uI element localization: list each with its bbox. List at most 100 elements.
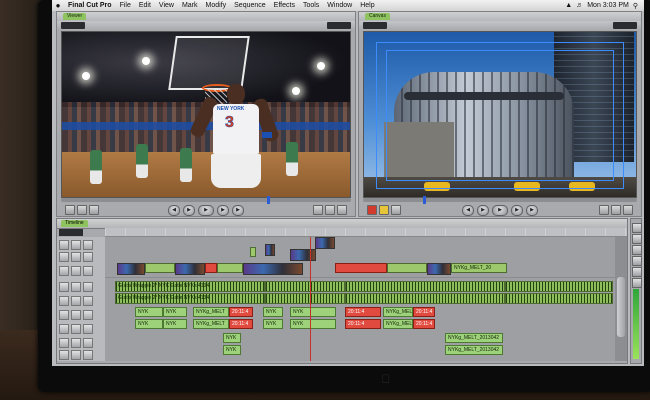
audio-clip[interactable]: NYK (263, 307, 283, 317)
timeline-ruler[interactable] (105, 228, 627, 237)
timeline-clip[interactable] (290, 249, 316, 261)
timeline-clip[interactable] (265, 244, 275, 256)
canvas-current-timecode[interactable] (612, 22, 637, 29)
menu-app-name[interactable]: Final Cut Pro (64, 2, 116, 9)
timeline-clip[interactable] (387, 263, 427, 273)
track-target[interactable] (83, 295, 93, 306)
timeline-clip[interactable] (205, 263, 217, 273)
track-audible-toggle[interactable] (59, 349, 69, 360)
canvas-play-button[interactable]: ▶ (492, 204, 508, 216)
canvas-go-to-in-button[interactable]: ◀ (462, 204, 474, 216)
zoom-tool-icon[interactable] (632, 278, 642, 288)
viewer-playhead[interactable] (267, 196, 270, 204)
track-target[interactable] (83, 323, 93, 334)
menu-file[interactable]: File (116, 2, 135, 9)
menu-sequence[interactable]: Sequence (230, 2, 270, 9)
canvas-mark-out-button[interactable] (611, 205, 621, 215)
go-to-out-button[interactable]: ▶ (232, 204, 244, 216)
audio-clip[interactable]: NYK (163, 307, 187, 317)
audio-clip[interactable]: Gratis Wrappin 2° NYK Gatle NYKs 4134 (115, 281, 265, 292)
audio-clip[interactable] (345, 281, 505, 292)
track-target[interactable] (83, 309, 93, 320)
audio-clip[interactable]: 20:11:4 (413, 307, 435, 317)
audio-clip[interactable]: NYK (223, 333, 241, 343)
track-select-tool-icon[interactable] (632, 245, 642, 255)
track-visibility-toggle[interactable] (59, 251, 69, 262)
spotlight-search-icon[interactable]: ⚲ (633, 2, 638, 10)
audio-clip[interactable] (265, 281, 345, 292)
menu-view[interactable]: View (155, 2, 178, 9)
timeline-clip[interactable] (243, 263, 303, 275)
track-lock-toggle[interactable] (71, 337, 81, 348)
audio-clip[interactable]: NYK (290, 307, 336, 317)
tab-canvas[interactable]: Canvas (365, 13, 390, 20)
audio-clip[interactable]: NYK (135, 307, 163, 317)
audio-clip[interactable] (345, 293, 505, 304)
edit-selection-tool-icon[interactable] (632, 234, 642, 244)
track-lock-toggle[interactable] (71, 251, 81, 262)
audio-clip[interactable]: 20:11:4 (413, 319, 435, 329)
timeline-clip[interactable] (145, 263, 175, 273)
audio-clip[interactable]: Gratis Wrappin 2° NYK Gatle NYKs 4134 (115, 293, 265, 304)
audio-clip[interactable] (505, 293, 613, 304)
viewer-video-frame[interactable]: NEW YORK 3 (61, 31, 351, 198)
audio-clip[interactable]: NYK (223, 345, 241, 355)
track-audible-toggle[interactable] (59, 295, 69, 306)
track-lock-toggle[interactable] (71, 265, 81, 276)
viewer-scrubber[interactable] (61, 196, 351, 204)
audio-clip[interactable] (505, 281, 613, 292)
audio-clip[interactable]: 20:11:4 (345, 319, 381, 329)
audio-clip[interactable]: NYKg_MELT (193, 319, 229, 329)
audio-clip[interactable]: NYK (163, 319, 187, 329)
audio-clip[interactable]: NYKg_MELT_2013042 (445, 333, 503, 343)
apple-menu-icon[interactable]: ● (52, 1, 64, 10)
canvas-video-frame[interactable] (363, 31, 637, 198)
canvas-mark-in-button[interactable] (599, 205, 609, 215)
add-keyframe-button[interactable] (337, 205, 347, 215)
track-lock-toggle[interactable] (71, 323, 81, 334)
canvas-marker-button[interactable] (623, 205, 633, 215)
track-visibility-toggle[interactable] (59, 239, 69, 250)
timeline-clip[interactable] (315, 237, 335, 249)
audio-clip[interactable]: 20:11:4 (229, 307, 253, 317)
canvas-scrubber[interactable] (363, 196, 637, 204)
track-audible-toggle[interactable] (59, 337, 69, 348)
menu-tools[interactable]: Tools (299, 2, 323, 9)
audio-clip[interactable]: NYKg_MELT (383, 307, 413, 317)
track-lock-toggle[interactable] (71, 309, 81, 320)
timeline-clip[interactable] (250, 247, 256, 257)
timeline-vertical-scrollbar[interactable] (615, 237, 627, 361)
play-button[interactable]: ▶ (198, 204, 214, 216)
play-around-button[interactable]: ▶ (217, 204, 229, 216)
timeline-playhead[interactable] (310, 237, 311, 361)
track-lock-toggle[interactable] (71, 239, 81, 250)
timeline-clip[interactable] (117, 263, 145, 275)
track-target[interactable] (83, 265, 93, 276)
track-target[interactable] (83, 349, 93, 360)
selection-tool-icon[interactable] (632, 223, 642, 233)
volume-icon[interactable]: ♬ (576, 2, 583, 9)
timeline-clip[interactable] (175, 263, 205, 275)
timeline-clip[interactable] (217, 263, 243, 273)
track-lock-toggle[interactable] (71, 281, 81, 292)
audio-clip[interactable]: NYK (135, 319, 163, 329)
canvas-play-around-button[interactable]: ▶ (511, 204, 523, 216)
track-target[interactable] (83, 337, 93, 348)
audio-clip[interactable]: NYK (290, 319, 336, 329)
audio-clip[interactable]: 20:11:4 (345, 307, 381, 317)
track-lock-toggle[interactable] (71, 349, 81, 360)
timeline-clip[interactable] (427, 263, 451, 275)
track-target[interactable] (83, 251, 93, 262)
razor-tool-icon[interactable] (632, 267, 642, 277)
canvas-go-to-out-button[interactable]: ▶ (526, 204, 538, 216)
roll-tool-icon[interactable] (632, 256, 642, 266)
menu-window[interactable]: Window (323, 2, 356, 9)
timeline-timecode[interactable] (59, 229, 84, 236)
audio-clip[interactable]: 20:11:4 (229, 319, 253, 329)
wifi-icon[interactable]: ▲ (565, 2, 572, 9)
mark-clip-button[interactable] (325, 205, 335, 215)
timeline-clip[interactable] (335, 263, 387, 273)
menu-modify[interactable]: Modify (202, 2, 231, 9)
canvas-playhead[interactable] (423, 196, 426, 204)
audio-clip[interactable]: NYKg_MELT (383, 319, 413, 329)
